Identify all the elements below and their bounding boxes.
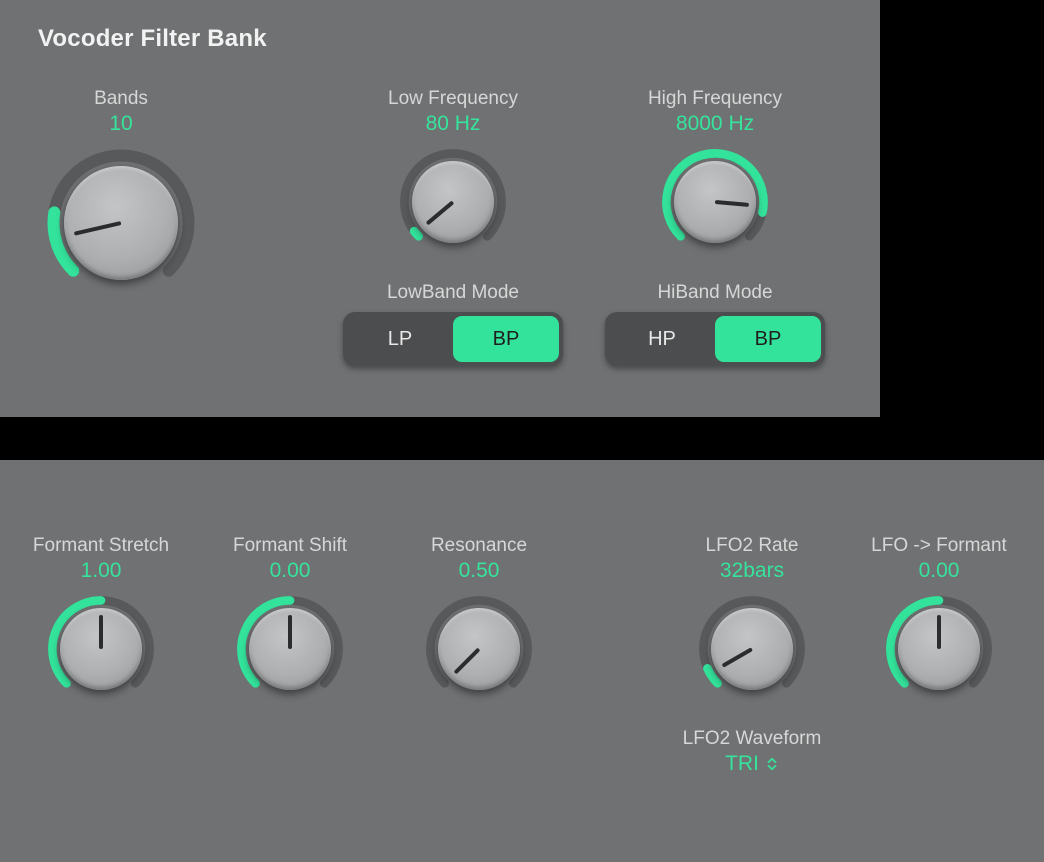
bands-label: Bands <box>16 88 226 110</box>
bands-value: 10 <box>16 112 226 136</box>
low-frequency-knob[interactable] <box>399 148 507 256</box>
lowband-mode-group: LowBand Mode LP BP <box>323 282 583 366</box>
lowband-mode-segmented: LP BP <box>343 312 563 366</box>
formant-stretch-label: Formant Stretch <box>0 535 206 557</box>
hiband-mode-label: HiBand Mode <box>585 282 845 304</box>
low-frequency-label: Low Frequency <box>348 88 558 110</box>
low-frequency-control: Low Frequency 80 Hz <box>348 88 558 256</box>
bands-knob[interactable] <box>46 148 196 298</box>
formant-shift-control: Formant Shift 0.00 <box>185 535 395 703</box>
hiband-mode-hp-button[interactable]: HP <box>609 316 715 362</box>
lfo2-waveform-label: LFO2 Waveform <box>622 728 882 750</box>
formant-stretch-control: Formant Stretch 1.00 <box>0 535 206 703</box>
hiband-mode-bp-button[interactable]: BP <box>715 316 821 362</box>
lfo2-waveform-value: TRI <box>725 752 759 776</box>
resonance-value: 0.50 <box>374 559 584 583</box>
formant-stretch-knob[interactable] <box>47 595 155 703</box>
resonance-knob[interactable] <box>425 595 533 703</box>
lowband-mode-label: LowBand Mode <box>323 282 583 304</box>
hiband-mode-segmented: HP BP <box>605 312 825 366</box>
high-frequency-value: 8000 Hz <box>610 112 820 136</box>
high-frequency-control: High Frequency 8000 Hz <box>610 88 820 256</box>
lfo2-rate-label: LFO2 Rate <box>647 535 857 557</box>
formant-shift-knob[interactable] <box>236 595 344 703</box>
lowband-mode-bp-button[interactable]: BP <box>453 316 559 362</box>
formant-shift-label: Formant Shift <box>185 535 395 557</box>
lfo2-waveform-dropdown[interactable]: TRI <box>725 752 779 776</box>
lfo-formant-knob[interactable] <box>885 595 993 703</box>
lfo2-rate-knob[interactable] <box>698 595 806 703</box>
vocoder-filter-bank-panel: Vocoder Filter Bank Bands 10 Low Frequen… <box>0 0 880 417</box>
low-frequency-value: 80 Hz <box>348 112 558 136</box>
formant-shift-value: 0.00 <box>185 559 395 583</box>
lfo-formant-value: 0.00 <box>834 559 1044 583</box>
hiband-mode-group: HiBand Mode HP BP <box>585 282 845 366</box>
high-frequency-knob[interactable] <box>661 148 769 256</box>
lfo-formant-label: LFO -> Formant <box>834 535 1044 557</box>
lfo2-waveform-group: LFO2 Waveform TRI <box>622 728 882 776</box>
formant-panel: Formant Stretch 1.00 Formant Shift 0.00 … <box>0 460 1044 862</box>
formant-stretch-value: 1.00 <box>0 559 206 583</box>
lowband-mode-lp-button[interactable]: LP <box>347 316 453 362</box>
lfo2-rate-value: 32bars <box>647 559 857 583</box>
resonance-label: Resonance <box>374 535 584 557</box>
lfo2-rate-control: LFO2 Rate 32bars <box>647 535 857 703</box>
chevron-up-down-icon <box>765 757 779 771</box>
lfo-formant-control: LFO -> Formant 0.00 <box>834 535 1044 703</box>
high-frequency-label: High Frequency <box>610 88 820 110</box>
panel-title: Vocoder Filter Bank <box>38 25 267 53</box>
resonance-control: Resonance 0.50 <box>374 535 584 703</box>
bands-control: Bands 10 <box>16 88 226 298</box>
